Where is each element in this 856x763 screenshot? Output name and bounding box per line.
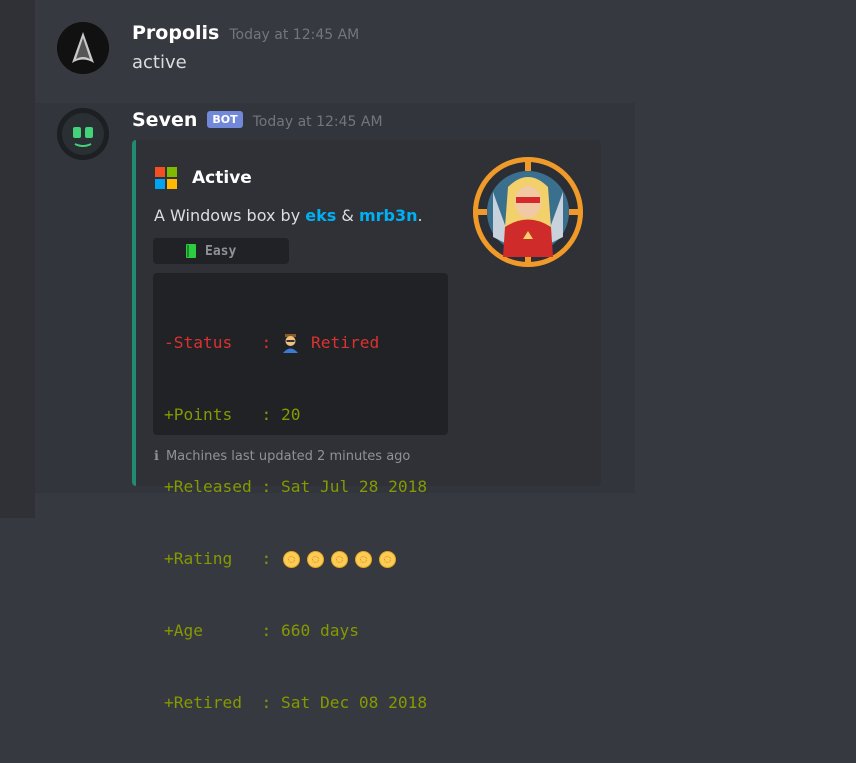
embed-footer: ℹ Machines last updated 2 minutes ago bbox=[154, 449, 410, 464]
rating-coins bbox=[282, 547, 403, 571]
embed-author: Active bbox=[154, 166, 252, 190]
machine-thumbnail[interactable] bbox=[473, 157, 583, 267]
info-icon: ℹ bbox=[154, 449, 159, 464]
stat-released: + Released : Sat Jul 28 2018 bbox=[164, 475, 448, 499]
stat-sep: : bbox=[251, 405, 281, 424]
desc-separator: & bbox=[336, 206, 359, 225]
bot-tag: BOT bbox=[207, 111, 243, 128]
embed-description: A Windows box by eks & mrb3n. bbox=[154, 206, 423, 225]
rating-coin-icon bbox=[282, 551, 300, 568]
rating-coin-icon bbox=[330, 551, 348, 568]
stat-sep: : bbox=[251, 333, 281, 352]
desc-prefix: A Windows box by bbox=[154, 206, 306, 225]
hero-woman-badge-icon bbox=[473, 157, 583, 267]
green-book-icon bbox=[186, 244, 196, 258]
stat-rating: + Rating : bbox=[164, 547, 448, 571]
stat-status: - Status : Retired bbox=[164, 331, 448, 355]
stat-sign: - bbox=[164, 333, 174, 352]
stat-key: Rating bbox=[173, 549, 252, 568]
username[interactable]: Seven bbox=[132, 109, 197, 131]
stat-sign: + bbox=[164, 549, 174, 568]
stat-sign: + bbox=[164, 693, 174, 712]
timestamp: Today at 12:45 AM bbox=[229, 27, 360, 43]
stat-value: 660 days bbox=[280, 621, 359, 640]
username[interactable]: Propolis bbox=[132, 22, 219, 44]
footer-text: Machines last updated 2 minutes ago bbox=[165, 449, 411, 464]
stat-points: + Points : 20 bbox=[164, 403, 448, 427]
message-text: active bbox=[132, 52, 187, 73]
retired-person-icon bbox=[282, 334, 298, 353]
stat-value: Retired bbox=[310, 333, 380, 352]
rating-coin-icon bbox=[378, 551, 396, 568]
stat-sign: + bbox=[164, 621, 174, 640]
windows-logo-icon bbox=[155, 167, 177, 189]
stat-sep: : bbox=[251, 549, 281, 568]
desc-suffix: . bbox=[417, 206, 423, 225]
stat-age: + Age : 660 days bbox=[164, 619, 448, 643]
avatar-propolis[interactable] bbox=[57, 22, 109, 74]
avatar-seven[interactable] bbox=[57, 108, 109, 160]
message-seven: Seven BOT Today at 12:45 AM Active A Win… bbox=[35, 103, 635, 712]
stat-key: Released bbox=[173, 477, 252, 496]
embed-author-name[interactable]: Active bbox=[192, 168, 252, 188]
embed-card: Active A Windows box by eks & mrb3n. Eas… bbox=[132, 140, 601, 712]
stat-value: 20 bbox=[280, 405, 301, 424]
mention-mrb3n[interactable]: mrb3n bbox=[359, 206, 418, 225]
stat-key: Status bbox=[173, 333, 252, 352]
stat-key: Age bbox=[173, 621, 252, 640]
difficulty-label: Easy bbox=[205, 243, 237, 259]
difficulty-badge: Easy bbox=[153, 238, 289, 264]
stat-sep: : bbox=[251, 693, 281, 712]
stat-sep: : bbox=[251, 621, 281, 640]
mention-eks[interactable]: eks bbox=[305, 206, 336, 225]
stat-key: Points bbox=[173, 405, 252, 424]
starfleet-delta-icon bbox=[57, 22, 109, 74]
stat-value: Sat Jul 28 2018 bbox=[280, 477, 428, 496]
timestamp: Today at 12:45 AM bbox=[252, 114, 383, 130]
stat-key: Retired bbox=[173, 693, 252, 712]
message-propolis: Propolis Today at 12:45 AM active bbox=[35, 0, 856, 103]
rating-coin-icon bbox=[354, 551, 372, 568]
stat-value: Sat Dec 08 2018 bbox=[280, 693, 428, 712]
channel-edge bbox=[0, 0, 35, 518]
stat-sep: : bbox=[251, 477, 281, 496]
stats-code-block: - Status : Retired + Points : 20 + Relea… bbox=[153, 273, 448, 712]
rating-coin-icon bbox=[306, 551, 324, 568]
stat-sign: + bbox=[164, 405, 174, 424]
robot-face-icon bbox=[57, 108, 109, 160]
stat-sign: + bbox=[164, 477, 174, 496]
stat-retired: + Retired : Sat Dec 08 2018 bbox=[164, 691, 448, 715]
